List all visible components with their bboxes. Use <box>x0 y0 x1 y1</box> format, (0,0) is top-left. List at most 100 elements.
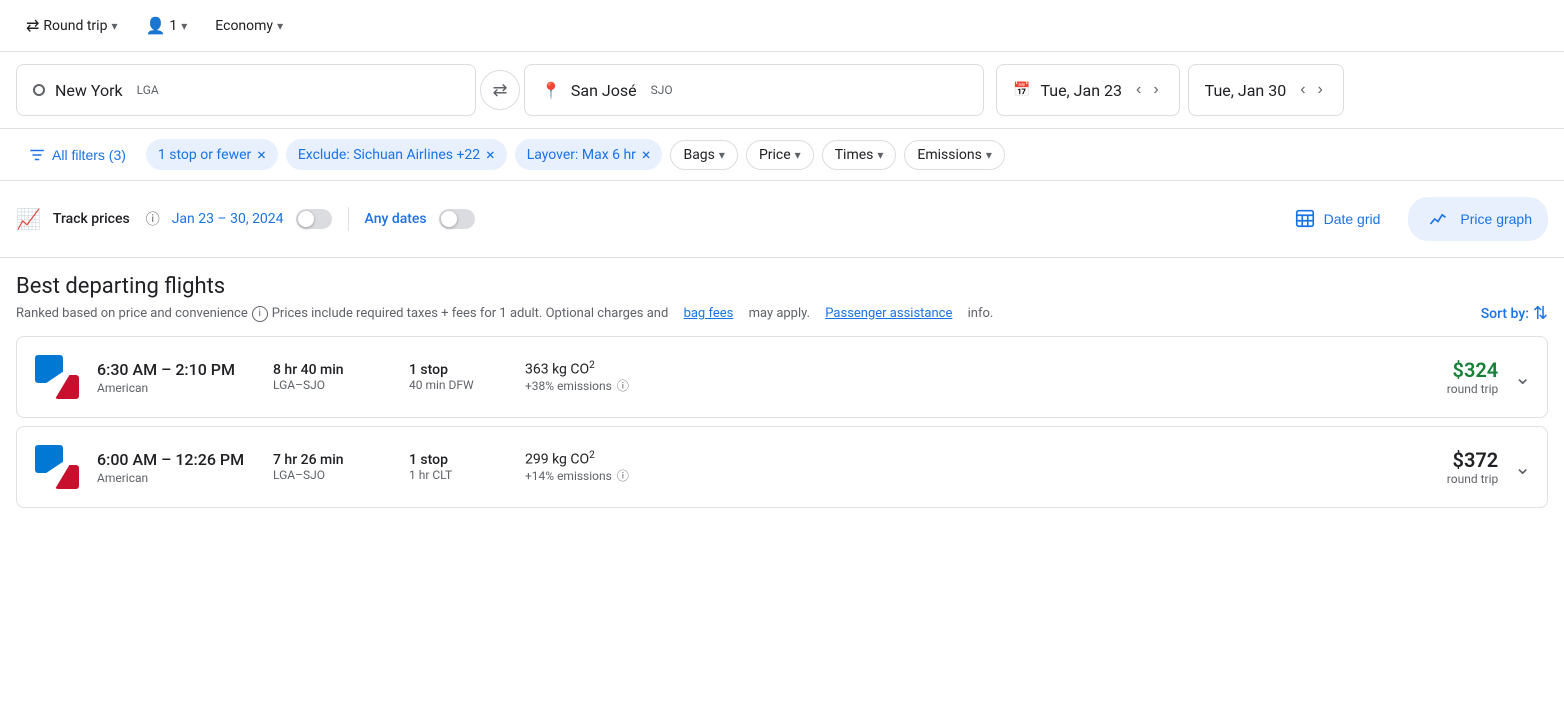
passengers-selector[interactable]: 👤 1 ▾ <box>135 10 197 41</box>
filter-icon <box>28 146 46 164</box>
destination-city: San José <box>571 81 637 100</box>
sort-by-label: Sort by: <box>1481 306 1529 322</box>
trip-type-selector[interactable]: ⇄ Round trip ▾ <box>16 10 127 41</box>
trip-type-label: Round trip <box>43 18 107 34</box>
search-row: New York LGA ⇄ 📍 San José SJO 📅 Tue, Jan… <box>0 52 1564 129</box>
origin-city: New York <box>55 81 123 100</box>
divider <box>348 207 349 231</box>
destination-code: SJO <box>651 83 673 97</box>
section-title: Best departing flights <box>16 274 1548 299</box>
flight-duration: 7 hr 26 min LGA–SJO <box>273 452 393 482</box>
any-dates-toggle[interactable] <box>439 209 475 229</box>
exclude-chip-label: Exclude: Sichuan Airlines +22 <box>298 147 480 163</box>
all-filters-button[interactable]: All filters (3) <box>16 140 138 170</box>
top-bar: ⇄ Round trip ▾ 👤 1 ▾ Economy ▾ <box>0 0 1564 52</box>
duration-text: 8 hr 40 min <box>273 362 393 378</box>
calendar-icon: 📅 <box>1013 82 1030 98</box>
sort-icon: ⇅ <box>1533 303 1548 324</box>
cabin-class-chevron: ▾ <box>277 19 283 33</box>
stops-chip-close[interactable]: × <box>257 145 266 164</box>
exclude-chip-close[interactable]: × <box>486 145 495 164</box>
track-prices-label: Track prices <box>53 211 130 227</box>
departure-date-field[interactable]: 📅 Tue, Jan 23 ‹ › <box>996 64 1180 116</box>
results-section: Best departing flights Ranked based on p… <box>0 258 1564 508</box>
price-graph-button[interactable]: Price graph <box>1408 197 1548 241</box>
track-info-icon[interactable]: ⓘ <box>146 209 160 229</box>
return-date-label: Tue, Jan 30 <box>1205 81 1287 100</box>
flight-times: 6:00 AM – 12:26 PM American <box>97 450 257 485</box>
date-grid-icon <box>1294 207 1316 232</box>
co2-text: 299 kg CO2 <box>525 450 685 468</box>
price-graph-icon <box>1424 205 1452 233</box>
departure-next-btn[interactable]: › <box>1149 77 1162 103</box>
passengers-chevron: ▾ <box>181 19 187 33</box>
emissions-info-icon[interactable]: ⓘ <box>617 469 629 483</box>
co2-text: 363 kg CO2 <box>525 360 685 378</box>
return-next-btn[interactable]: › <box>1314 77 1327 103</box>
price-graph-label: Price graph <box>1460 211 1532 227</box>
return-date-nav: ‹ › <box>1296 77 1327 103</box>
bags-label: Bags <box>683 147 714 163</box>
layover-chip[interactable]: Layover: Max 6 hr × <box>515 139 663 170</box>
flight-time-text: 6:30 AM – 2:10 PM <box>97 360 257 379</box>
price-label: round trip <box>1378 382 1498 396</box>
filter-row: All filters (3) 1 stop or fewer × Exclud… <box>0 129 1564 181</box>
track-date-range: Jan 23 – 30, 2024 <box>172 211 284 227</box>
times-label: Times <box>835 147 874 163</box>
expand-button[interactable]: ⌄ <box>1514 365 1531 389</box>
american-airlines-logo <box>35 355 79 399</box>
bags-chevron: ▾ <box>719 148 725 162</box>
price-label: Price <box>759 147 791 163</box>
ranked-info-icon[interactable]: i <box>252 306 268 322</box>
track-prices-icon: 📈 <box>16 207 41 231</box>
flight-times: 6:30 AM – 2:10 PM American <box>97 360 257 395</box>
bags-dropdown[interactable]: Bags ▾ <box>670 140 737 170</box>
swap-button[interactable]: ⇄ <box>480 70 520 110</box>
emissions-info-icon[interactable]: ⓘ <box>617 379 629 393</box>
price-amount: $372 <box>1378 448 1498 472</box>
bag-fees-link[interactable]: bag fees <box>684 306 734 321</box>
return-date-field[interactable]: Tue, Jan 30 ‹ › <box>1188 64 1344 116</box>
stops-text: 1 stop <box>409 362 509 378</box>
destination-icon: 📍 <box>541 81 561 100</box>
cabin-class-label: Economy <box>215 18 273 34</box>
departure-prev-btn[interactable]: ‹ <box>1132 77 1145 103</box>
exclude-chip[interactable]: Exclude: Sichuan Airlines +22 × <box>286 139 507 170</box>
stops-chip[interactable]: 1 stop or fewer × <box>146 139 278 170</box>
all-filters-label: All filters (3) <box>52 147 126 163</box>
layover-chip-label: Layover: Max 6 hr <box>527 147 636 163</box>
route-text: LGA–SJO <box>273 378 393 392</box>
emissions-pct: +14% emissions ⓘ <box>525 467 685 484</box>
airline-name: American <box>97 471 257 485</box>
american-airlines-logo <box>35 445 79 489</box>
passenger-assistance-link[interactable]: Passenger assistance <box>825 306 952 321</box>
airline-logo <box>33 443 81 491</box>
date-grid-button[interactable]: Date grid <box>1278 199 1397 240</box>
price-note: Prices include required taxes + fees for… <box>272 306 994 321</box>
flight-stops: 1 stop 40 min DFW <box>409 362 509 392</box>
flight-emissions: 363 kg CO2 +38% emissions ⓘ <box>525 360 685 395</box>
departure-date-nav: ‹ › <box>1132 77 1163 103</box>
flight-card[interactable]: 6:00 AM – 12:26 PM American 7 hr 26 min … <box>16 426 1548 508</box>
origin-field[interactable]: New York LGA <box>16 64 476 116</box>
emissions-dropdown[interactable]: Emissions ▾ <box>904 140 1004 170</box>
sort-by-control[interactable]: Sort by: ⇅ <box>1481 303 1548 324</box>
stop-detail: 1 hr CLT <box>409 468 509 482</box>
destination-field[interactable]: 📍 San José SJO <box>524 64 984 116</box>
price-amount: $324 <box>1378 358 1498 382</box>
passengers-label: 1 <box>169 18 177 34</box>
trip-type-chevron: ▾ <box>111 19 117 33</box>
times-dropdown[interactable]: Times ▾ <box>822 140 897 170</box>
track-prices-toggle[interactable] <box>296 209 332 229</box>
flight-emissions: 299 kg CO2 +14% emissions ⓘ <box>525 450 685 485</box>
emissions-label: Emissions <box>917 147 981 163</box>
stops-text: 1 stop <box>409 452 509 468</box>
flight-duration: 8 hr 40 min LGA–SJO <box>273 362 393 392</box>
price-chevron: ▾ <box>795 148 801 162</box>
layover-chip-close[interactable]: × <box>642 145 651 164</box>
expand-button[interactable]: ⌄ <box>1514 455 1531 479</box>
flight-card[interactable]: 6:30 AM – 2:10 PM American 8 hr 40 min L… <box>16 336 1548 418</box>
price-dropdown[interactable]: Price ▾ <box>746 140 814 170</box>
return-prev-btn[interactable]: ‹ <box>1296 77 1309 103</box>
cabin-class-selector[interactable]: Economy ▾ <box>205 12 293 40</box>
